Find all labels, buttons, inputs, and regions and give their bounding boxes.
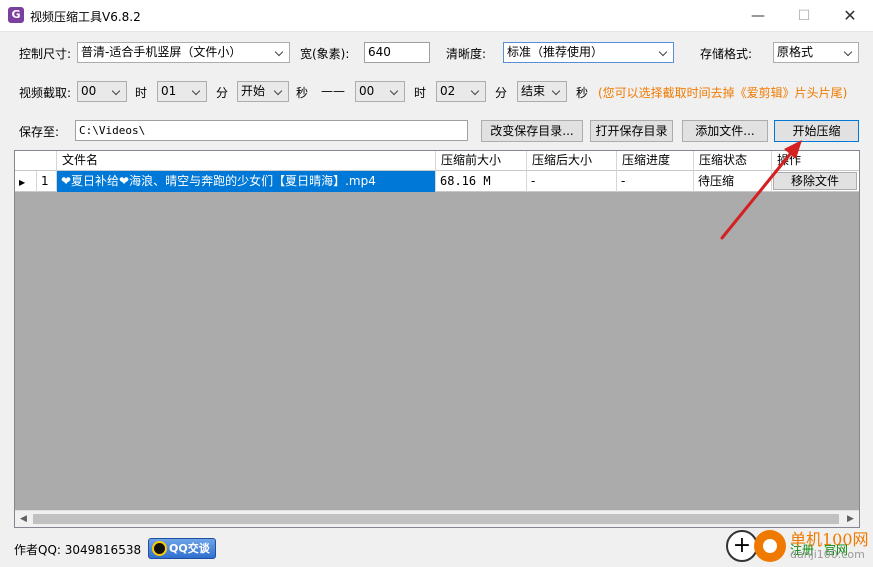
scroll-left-icon[interactable]: ◀	[15, 511, 32, 527]
end-hour-value: 00	[359, 84, 375, 98]
save-path-value: C:\Videos\	[79, 124, 146, 137]
qq-penguin-icon	[152, 541, 167, 556]
start-hour-select[interactable]: 00	[77, 81, 127, 102]
start-minute-select[interactable]: 01	[157, 81, 207, 102]
column-header[interactable]: 压缩状态	[694, 151, 772, 171]
size-select-value: 普清-适合手机竖屏（文件小）	[81, 45, 242, 59]
clarity-label: 清晰度:	[446, 47, 487, 61]
end-hour-select[interactable]: 00	[355, 81, 405, 102]
header-corner	[15, 151, 57, 171]
close-icon[interactable]: ✕	[827, 0, 873, 32]
table-row[interactable]: ▶ 1 ❤夏日补给❤海浪、晴空与奔跑的少女们【夏日晴海】.mp4 68.16 M…	[15, 171, 859, 192]
orange-logo-icon	[754, 530, 786, 562]
clarity-select[interactable]: 标准（推荐使用）	[503, 42, 674, 63]
column-header[interactable]: 文件名	[57, 151, 436, 171]
scrollbar-thumb[interactable]	[33, 514, 839, 524]
open-dir-button[interactable]: 打开保存目录	[590, 120, 673, 142]
size-label: 控制尺寸:	[19, 47, 72, 61]
clip-hint: (您可以选择截取时间去掉《爱剪辑》片头片尾)	[598, 86, 848, 100]
window-title: 视频压缩工具V6.8.2	[30, 10, 141, 24]
status-cell[interactable]: 待压缩	[694, 171, 772, 192]
chevron-down-icon	[274, 43, 286, 62]
column-header[interactable]: 压缩后大小	[527, 151, 617, 171]
chevron-down-icon	[843, 43, 855, 62]
action-cell: 移除文件	[772, 171, 859, 192]
second-label-end: 秒	[576, 86, 589, 100]
table-header: 文件名 压缩前大小 压缩后大小 压缩进度 压缩状态 操作	[15, 151, 859, 171]
format-select-value: 原格式	[777, 45, 814, 59]
author-qq: 作者QQ: 3049816538	[14, 543, 142, 557]
range-dash: ——	[321, 84, 345, 98]
start-hour-value: 00	[81, 84, 97, 98]
chevron-down-icon	[389, 82, 401, 101]
progress-cell[interactable]: -	[617, 171, 694, 192]
start-second-select[interactable]: 开始	[237, 81, 289, 102]
chevron-down-icon	[191, 82, 203, 101]
filename-cell[interactable]: ❤夏日补给❤海浪、晴空与奔跑的少女们【夏日晴海】.mp4	[57, 171, 436, 192]
chevron-down-icon	[111, 82, 123, 101]
column-header[interactable]: 操作	[772, 151, 859, 171]
width-input[interactable]: 640	[364, 42, 430, 63]
clip-label: 视频截取:	[19, 86, 72, 100]
chevron-down-icon	[470, 82, 482, 101]
maximize-icon[interactable]: ☐	[781, 0, 827, 32]
format-select[interactable]: 原格式	[773, 42, 859, 63]
end-second-value: 结束	[521, 84, 546, 98]
minute-label-end: 分	[495, 86, 508, 100]
width-label: 宽(象素):	[300, 47, 350, 61]
hour-label-end: 时	[414, 86, 427, 100]
add-file-button[interactable]: 添加文件...	[682, 120, 768, 142]
site-watermark: + 单机100网 danji100.com	[726, 524, 873, 567]
row-index: 1	[37, 171, 57, 192]
qq-chat-button[interactable]: QQ交谈	[148, 538, 216, 559]
start-minute-value: 01	[161, 84, 177, 98]
minute-label: 分	[216, 86, 229, 100]
chevron-down-icon	[658, 43, 670, 62]
column-header[interactable]: 压缩进度	[617, 151, 694, 171]
change-dir-button[interactable]: 改变保存目录...	[481, 120, 583, 142]
column-header[interactable]: 压缩前大小	[436, 151, 527, 171]
watermark-url: danji100.com	[790, 548, 865, 561]
hour-label: 时	[135, 86, 148, 100]
size-after-cell[interactable]: -	[527, 171, 617, 192]
size-before-cell[interactable]: 68.16 M	[436, 171, 527, 192]
save-to-label: 保存至:	[19, 125, 60, 139]
chevron-down-icon	[551, 82, 563, 101]
end-second-select[interactable]: 结束	[517, 81, 567, 102]
minimize-icon[interactable]: —	[735, 0, 781, 32]
end-minute-select[interactable]: 02	[436, 81, 486, 102]
row-indicator-icon: ▶	[15, 171, 37, 192]
file-table[interactable]: 文件名 压缩前大小 压缩后大小 压缩进度 压缩状态 操作 ▶ 1 ❤夏日补给❤海…	[14, 150, 860, 528]
save-path-input[interactable]: C:\Videos\	[75, 120, 468, 141]
start-second-value: 开始	[241, 84, 266, 98]
chevron-down-icon	[273, 82, 285, 101]
format-label: 存储格式:	[700, 47, 753, 61]
qq-chat-label: QQ交谈	[169, 542, 210, 555]
title-bar: G 视频压缩工具V6.8.2 — ☐ ✕	[0, 0, 873, 32]
second-label: 秒	[296, 86, 309, 100]
start-compress-button[interactable]: 开始压缩	[774, 120, 859, 142]
clarity-select-value: 标准（推荐使用）	[507, 45, 604, 59]
end-minute-value: 02	[440, 84, 456, 98]
remove-file-button[interactable]: 移除文件	[773, 172, 857, 190]
size-select[interactable]: 普清-适合手机竖屏（文件小）	[77, 42, 290, 63]
width-input-value: 640	[368, 45, 391, 59]
app-icon: G	[8, 7, 24, 23]
watermark-name: 单机100网	[790, 530, 869, 549]
